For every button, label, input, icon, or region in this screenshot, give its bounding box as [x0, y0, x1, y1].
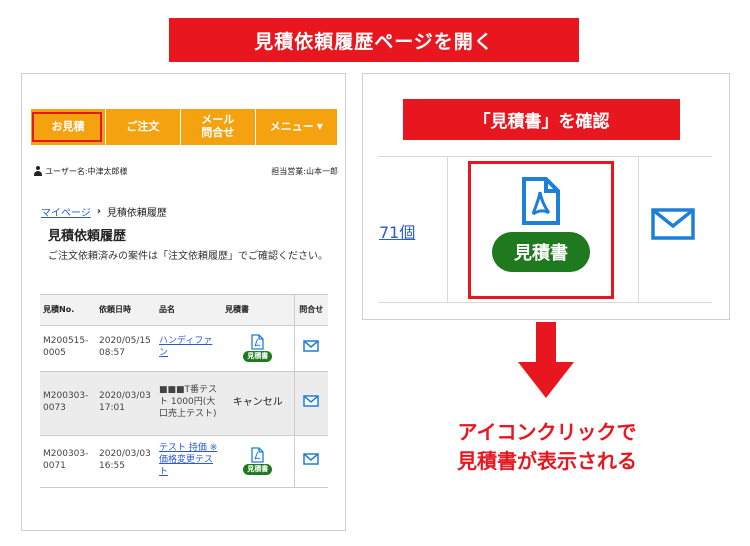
- caption-line-1: アイコンクリックで: [457, 420, 637, 444]
- table-header-row: 見積No. 依頼日時 品名 見積書 問合せ: [40, 295, 328, 326]
- header-banner: 見積依頼履歴ページを開く: [169, 18, 579, 62]
- col-date: 依頼日時: [96, 295, 156, 326]
- nav-mail-inquiry[interactable]: メール 問合せ: [181, 109, 256, 145]
- quantity-link[interactable]: 71個: [379, 219, 415, 243]
- page-description: ご注文依頼済みの案件は「注文依頼履歴」でご確認ください。: [48, 251, 328, 262]
- chevron-down-icon: ▼: [316, 122, 323, 132]
- mail-icon[interactable]: [303, 339, 319, 357]
- cell-quote-no: M200303-0071: [40, 435, 96, 488]
- divider: [638, 156, 639, 302]
- col-quote-doc: 見積書: [222, 295, 294, 326]
- nav-bar: お見積 ご注文 メール 問合せ メニュー ▼: [31, 109, 337, 145]
- col-item-name: 品名: [156, 295, 222, 326]
- quote-pdf-button-highlight[interactable]: 見積書: [468, 161, 614, 299]
- col-quote-no: 見積No.: [40, 295, 96, 326]
- quote-doc-label: 見積書: [492, 232, 590, 272]
- user-icon: [33, 166, 43, 176]
- col-inquiry: 問合せ: [293, 295, 328, 326]
- quote-pdf-button[interactable]: 見積書: [243, 334, 273, 363]
- divider: [378, 302, 712, 303]
- mail-icon[interactable]: [651, 208, 695, 244]
- nav-order-label: ご注文: [126, 119, 160, 133]
- table-row: M200303-0073 2020/03/03 17:01 ■■■T番テスト 1…: [40, 371, 328, 436]
- breadcrumb-current: 見積依頼履歴: [106, 208, 167, 219]
- user-info-bar: ユーザー名:中津太郎様 担当営業:山本一郎: [33, 164, 338, 178]
- arrow-down-icon: [518, 322, 574, 398]
- quote-history-table: 見積No. 依頼日時 品名 見積書 問合せ M200515-0005 2020/…: [40, 294, 328, 530]
- instruction-caption: アイコンクリックで 見積書が表示される: [412, 418, 682, 476]
- breadcrumb-mypage[interactable]: マイページ: [41, 204, 91, 219]
- mail-icon[interactable]: [303, 452, 319, 470]
- cell-date: 2020/03/03 16:55: [96, 435, 156, 488]
- user-name: ユーザー名:中津太郎様: [45, 166, 128, 176]
- mail-icon[interactable]: [303, 394, 319, 412]
- nav-menu[interactable]: メニュー ▼: [256, 109, 337, 145]
- table-row: M200515-0005 2020/05/15 08:57 ハンディファン 見積…: [40, 325, 328, 372]
- cell-quote-no: M200303-0073: [40, 371, 96, 436]
- table-row: M200303-0071 2020/03/03 16:55 テスト 持価 ※価格…: [40, 435, 328, 488]
- cancelled-status: キャンセル: [232, 397, 283, 409]
- nav-order[interactable]: ご注文: [106, 109, 181, 145]
- quote-doc-label: 見積書: [243, 463, 273, 476]
- cell-item-name: ■■■T番テスト 1000円(大口売上テスト): [156, 371, 222, 436]
- caption-line-2: 見積書が表示される: [457, 449, 637, 473]
- nav-quote[interactable]: お見積: [31, 109, 106, 145]
- divider: [447, 156, 448, 302]
- pdf-icon: [522, 177, 560, 225]
- nav-menu-label: メニュー: [269, 119, 314, 133]
- divider: [378, 156, 712, 157]
- zoom-panel: 「見積書」を確認 71個 見積書: [362, 73, 730, 320]
- breadcrumb: マイページ › 見積依頼履歴: [41, 204, 167, 219]
- nav-quote-label: お見積: [51, 119, 85, 133]
- nav-mail-label: メール 問合せ: [201, 113, 235, 139]
- quote-pdf-button[interactable]: 見積書: [243, 447, 273, 476]
- pdf-icon: [251, 447, 264, 463]
- cell-quote-no: M200515-0005: [40, 325, 96, 372]
- chevron-right-icon: ›: [96, 206, 101, 217]
- page-title: 見積依頼履歴: [48, 229, 127, 244]
- item-link[interactable]: ハンディファン: [159, 336, 212, 358]
- sales-rep: 担当営業:山本一郎: [271, 166, 338, 176]
- cell-date: 2020/03/03 17:01: [96, 371, 156, 436]
- pdf-icon: [251, 334, 264, 350]
- quote-doc-label: 見積書: [243, 350, 273, 363]
- cell-date: 2020/05/15 08:57: [96, 325, 156, 372]
- check-quote-banner: 「見積書」を確認: [403, 99, 680, 140]
- phone-screenshot: お見積 ご注文 メール 問合せ メニュー ▼ ユーザー名:中津太郎様 担当営業:山本…: [21, 73, 346, 531]
- item-link[interactable]: テスト 持価 ※価格変更テスト: [159, 443, 217, 476]
